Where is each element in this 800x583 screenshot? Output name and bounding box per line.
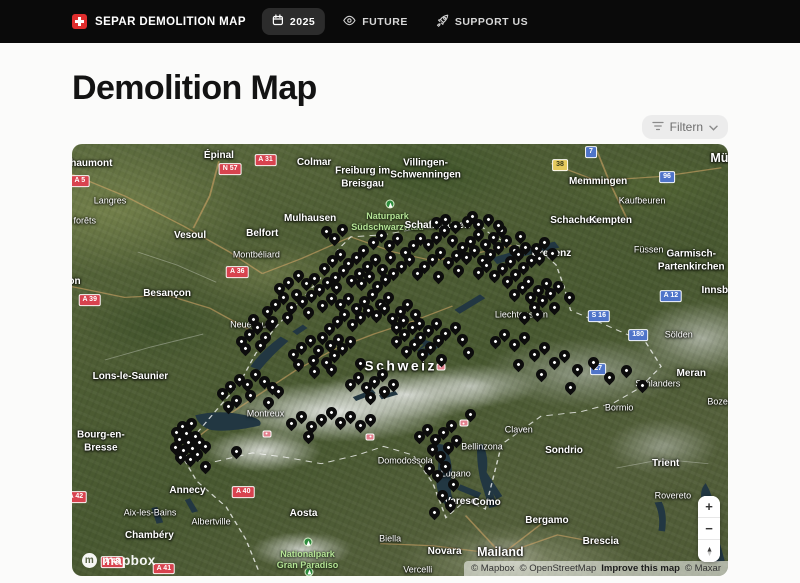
demolition-pin[interactable] [533,367,549,383]
demolition-pin[interactable] [261,394,277,410]
compass-icon [704,546,715,557]
main-nav: 2025 FUTURE SUPPORT US [262,8,538,36]
compass-button[interactable] [698,540,720,562]
map-zoom-controls: + − [698,496,720,562]
demolition-pin[interactable] [461,345,477,361]
demolition-pin[interactable] [619,363,635,379]
nav-label: 2025 [290,16,315,28]
zoom-out-button[interactable]: − [698,518,720,540]
demolition-pin[interactable] [427,505,443,521]
attribution-maxar: © Maxar [685,563,721,574]
demolition-pin[interactable] [445,477,461,493]
calendar-icon [272,14,284,29]
demolition-pin[interactable] [569,362,585,378]
swiss-flag-icon [72,14,87,29]
filter-row: Filtern [72,115,728,139]
page-title: Demolition Map [72,69,728,108]
top-navigation-bar: SEPAR DEMOLITION MAP 2025 FUTURE SUPPORT… [0,0,800,43]
map-attribution: © Mapbox © OpenStreetMap Improve this ma… [464,561,728,576]
filter-icon [652,120,664,134]
page-content: Demolition Map Filtern [72,69,728,576]
attribution-osm: © OpenStreetMap [520,563,597,574]
mapbox-logo-icon: m [82,553,97,568]
map-markers-layer [72,144,728,576]
demolition-pin[interactable] [455,332,471,348]
demolition-pin[interactable] [563,379,579,395]
demolition-pin[interactable] [561,289,577,305]
demolition-pin[interactable] [586,355,602,371]
mapbox-logo-text: mapbox [102,553,156,568]
brand[interactable]: SEPAR DEMOLITION MAP [72,14,246,29]
demolition-pin[interactable] [430,269,446,285]
brand-name: SEPAR DEMOLITION MAP [95,16,246,28]
demolition-pin[interactable] [228,444,244,460]
demolition-pin[interactable] [307,364,323,380]
demolition-pin[interactable] [510,357,526,373]
attribution-mapbox: © Mapbox [471,563,514,574]
nav-item-future[interactable]: FUTURE [333,9,418,35]
map-canvas[interactable]: A 31N 57A 5A 36A 39A 40A 42A 48A 41796A … [72,144,728,576]
demolition-pin[interactable] [546,300,562,316]
eye-icon [343,15,356,29]
mapbox-logo[interactable]: m mapbox [82,553,156,568]
nav-item-2025[interactable]: 2025 [262,8,325,35]
demolition-pin[interactable] [434,352,450,368]
rocket-icon [436,14,449,30]
filter-label: Filtern [670,120,703,134]
attribution-improve-link[interactable]: Improve this map [601,563,680,574]
nav-label: SUPPORT US [455,16,528,28]
nav-item-support-us[interactable]: SUPPORT US [426,8,538,36]
nav-label: FUTURE [362,16,408,28]
demolition-pin[interactable] [197,459,213,475]
filter-dropdown-button[interactable]: Filtern [642,115,728,139]
chevron-down-icon [709,120,718,134]
zoom-in-button[interactable]: + [698,496,720,518]
demolition-pin[interactable] [353,356,369,372]
demolition-pin[interactable] [635,378,651,394]
demolition-pin[interactable] [602,370,618,386]
demolition-pin[interactable] [463,407,479,423]
